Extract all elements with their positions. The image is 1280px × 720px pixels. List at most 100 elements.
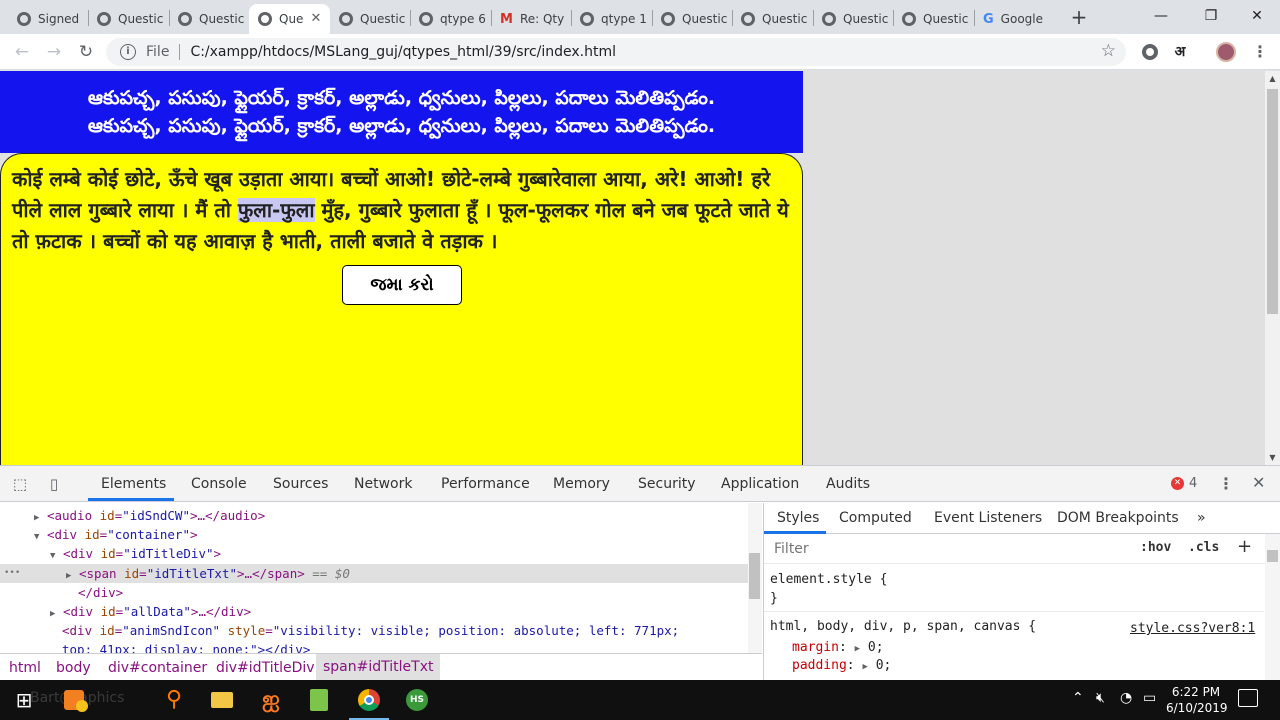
browser-tab[interactable]: M Re: Qty <box>491 4 571 34</box>
tab-styles[interactable]: Styles <box>777 510 819 526</box>
devtools-tab-console[interactable]: Console <box>191 476 247 492</box>
devtools-tab-audits[interactable]: Audits <box>826 476 870 492</box>
collapse-arrow-icon[interactable]: ▼ <box>50 551 55 561</box>
devtools-tab-performance[interactable]: Performance <box>441 476 530 492</box>
class-toggle[interactable]: .cls <box>1188 540 1219 555</box>
css-declaration-padding[interactable]: padding: ▶ 0; <box>792 658 891 673</box>
hover-state-toggle[interactable]: :hov <box>1140 540 1171 555</box>
action-center-icon[interactable] <box>1238 689 1258 707</box>
browser-tab[interactable]: Questic <box>169 4 249 34</box>
page-scrollbar[interactable]: ▲ ▼ <box>1265 71 1280 465</box>
inspect-element-icon[interactable]: ⬚ <box>10 474 30 494</box>
restore-button[interactable]: ❐ <box>1188 4 1234 28</box>
browser-menu-icon[interactable]: ⋮ <box>1252 42 1268 62</box>
file-explorer-icon[interactable] <box>206 684 238 716</box>
dom-node-title-text-selected[interactable]: ••• ▶ <span id="idTitleTxt">…</span> == $… <box>0 564 748 583</box>
browser-tab[interactable]: Signed <box>8 4 88 34</box>
minimize-button[interactable]: — <box>1138 4 1184 28</box>
breadcrumb-container[interactable]: div#container <box>108 660 207 676</box>
css-declaration-margin[interactable]: margin: ▶ 0; <box>792 640 884 655</box>
more-dots-icon[interactable]: ••• <box>4 564 20 583</box>
styles-filter-input[interactable] <box>768 538 1128 560</box>
dom-node-title-div[interactable]: ▼ <div id="idTitleDiv"> <box>50 544 221 563</box>
scroll-up-arrow-icon[interactable]: ▲ <box>1265 71 1280 86</box>
back-button[interactable]: ← <box>10 40 34 64</box>
devtools-menu-icon[interactable]: ⋮ <box>1218 474 1234 493</box>
device-toolbar-icon[interactable]: ▯ <box>44 474 64 494</box>
expand-arrow-icon[interactable]: ▶ <box>66 571 71 581</box>
selected-word-highlight[interactable]: फुला-फुला <box>237 198 315 222</box>
breadcrumb-html[interactable]: html <box>9 660 41 676</box>
tab-title: Questic <box>360 12 405 26</box>
hindi-input-extension-icon[interactable]: अ <box>1172 44 1188 60</box>
devtools-tab-elements[interactable]: Elements <box>101 476 166 492</box>
browser-tab[interactable]: Questic <box>893 4 974 34</box>
volume-muted-icon[interactable]: 🔇︎ <box>1096 690 1105 706</box>
breadcrumb-body[interactable]: body <box>56 660 91 676</box>
address-bar[interactable]: i File C:/xampp/htdocs/MSLang_guj/qtypes… <box>106 38 1126 66</box>
dom-breadcrumbs: html body div#container div#idTitleDiv s… <box>0 653 762 681</box>
dom-node-container[interactable]: ▼ <div id="container"> <box>34 525 198 544</box>
element-style-rule[interactable]: element.style { <box>770 572 887 587</box>
reload-button[interactable]: ↻ <box>74 40 98 64</box>
hs-app-icon[interactable]: HS <box>401 684 433 716</box>
devtools-tab-memory[interactable]: Memory <box>553 476 610 492</box>
wifi-icon[interactable]: ◔ <box>1120 690 1132 706</box>
browser-tab[interactable]: Questic <box>652 4 732 34</box>
devtools-tab-security[interactable]: Security <box>638 476 696 492</box>
dom-node-audio[interactable]: ▶ <audio id="idSndCW">…</audio> <box>34 506 265 525</box>
scroll-down-arrow-icon[interactable]: ▼ <box>1265 450 1280 465</box>
search-icon[interactable]: ⚲ <box>158 684 190 716</box>
forward-button[interactable]: → <box>42 40 66 64</box>
submit-button[interactable]: જમા કરો <box>342 265 462 305</box>
browser-tab[interactable]: Questic <box>732 4 813 34</box>
devtools-tab-sources[interactable]: Sources <box>273 476 328 492</box>
expand-arrow-icon[interactable]: ▶ <box>34 513 39 523</box>
bookmark-star-icon[interactable]: ☆ <box>1101 41 1116 61</box>
close-window-button[interactable]: ✕ <box>1234 4 1280 28</box>
url-text[interactable]: C:/xampp/htdocs/MSLang_guj/qtypes_html/3… <box>190 44 616 60</box>
devtools-tab-network[interactable]: Network <box>354 476 412 492</box>
tab-event-listeners[interactable]: Event Listeners <box>934 510 1042 526</box>
close-tab-icon[interactable]: ✕ <box>308 11 324 27</box>
dom-node-close-div[interactable]: </div> <box>78 583 123 602</box>
notepad-plus-plus-icon[interactable] <box>303 684 335 716</box>
browser-tab[interactable]: qtype 1 <box>571 4 652 34</box>
add-rule-icon[interactable]: + <box>1237 536 1252 557</box>
browser-tab[interactable]: Questic <box>330 4 410 34</box>
css-rule-selector[interactable]: html, body, div, p, span, canvas { <box>770 619 1036 634</box>
more-tabs-icon[interactable]: » <box>1197 510 1206 526</box>
browser-tab[interactable]: Que ✕ <box>249 4 330 34</box>
extension-circle-icon[interactable] <box>1142 44 1158 60</box>
xampp-icon[interactable]: ஐ <box>255 684 287 716</box>
battery-icon[interactable]: ▭ <box>1143 690 1156 706</box>
css-source-link[interactable]: style.css?ver8:1 <box>1130 621 1255 636</box>
error-counter[interactable]: ✕ 4 <box>1171 476 1197 491</box>
dom-node-all-data[interactable]: ▶ <div id="allData">…</div> <box>50 602 251 621</box>
dom-node-anim-snd-icon[interactable]: <div id="animSndIcon" style="visibility:… <box>62 621 679 640</box>
devtools-tab-application[interactable]: Application <box>721 476 799 492</box>
info-icon[interactable]: i <box>120 44 136 60</box>
styles-scrollbar-thumb[interactable] <box>1267 550 1278 562</box>
chrome-icon[interactable] <box>353 684 385 716</box>
breadcrumb-title-div[interactable]: div#idTitleDiv <box>216 660 315 676</box>
tab-computed[interactable]: Computed <box>839 510 912 526</box>
tab-dom-breakpoints[interactable]: DOM Breakpoints <box>1057 510 1179 526</box>
styles-scrollbar[interactable] <box>1265 534 1280 681</box>
browser-tab[interactable]: Questic <box>813 4 893 34</box>
new-tab-button[interactable]: + <box>1068 7 1090 29</box>
sublime-text-icon[interactable] <box>58 684 90 716</box>
browser-tab[interactable]: qtype 6 <box>410 4 491 34</box>
taskbar-clock[interactable]: 6:22 PM 6/10/2019 <box>1166 684 1228 716</box>
dom-scrollbar[interactable] <box>748 503 762 653</box>
breadcrumb-title-txt[interactable]: span#idTitleTxt <box>316 654 441 680</box>
page-scrollbar-thumb[interactable] <box>1267 89 1278 314</box>
collapse-arrow-icon[interactable]: ▼ <box>34 532 39 542</box>
browser-tab[interactable]: Questic <box>88 4 169 34</box>
browser-tab[interactable]: G Google <box>974 4 1054 34</box>
expand-arrow-icon[interactable]: ▶ <box>50 609 55 619</box>
profile-avatar[interactable] <box>1216 42 1236 62</box>
tray-chevron-up-icon[interactable]: ⌃ <box>1072 690 1084 706</box>
devtools-close-icon[interactable]: ✕ <box>1252 473 1265 492</box>
dom-scrollbar-thumb[interactable] <box>749 553 760 599</box>
